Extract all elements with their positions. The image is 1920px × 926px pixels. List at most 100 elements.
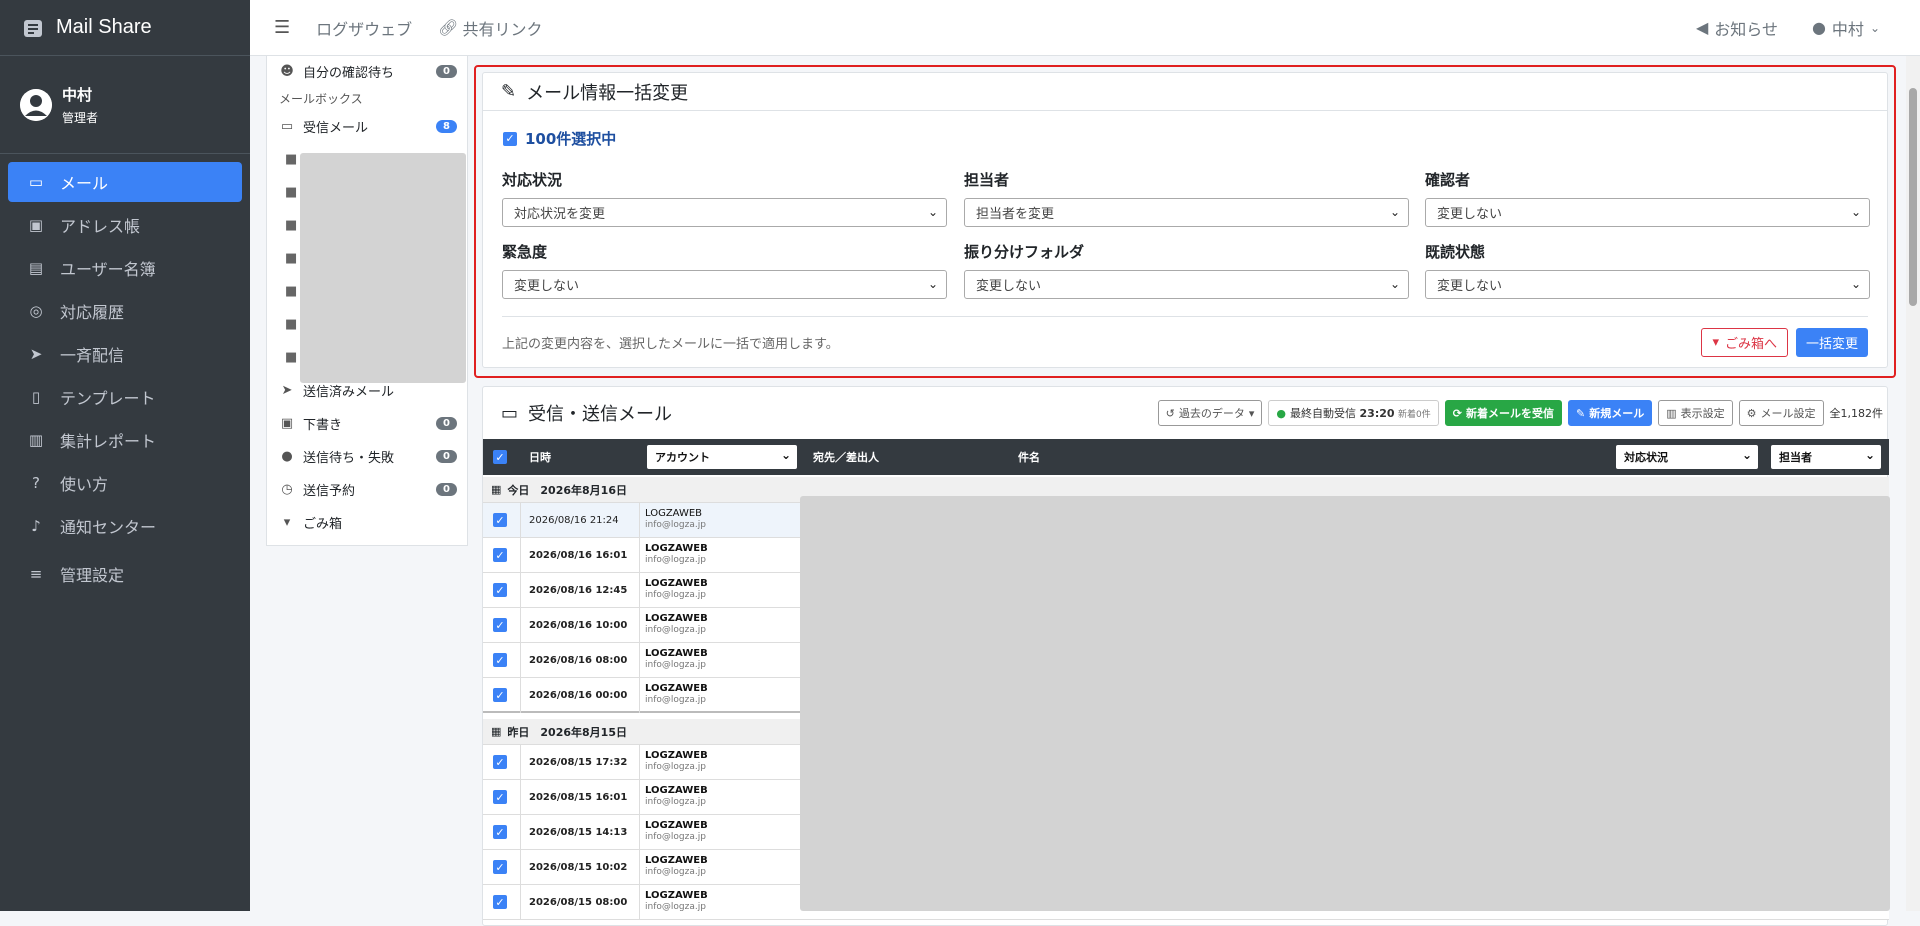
notice-button[interactable]: ◀ お知らせ (1696, 16, 1778, 40)
account-filter-select[interactable]: アカウント ⌄ (647, 445, 797, 469)
sliders-icon: ≡ (29, 565, 43, 583)
row-checkbox[interactable]: ✓ (493, 860, 507, 874)
display-settings-button[interactable]: ▥ 表示設定 (1658, 400, 1733, 426)
count-badge: 0 (436, 417, 457, 430)
row-account-name: LOGZAWEB (645, 578, 708, 589)
sidebar-item-history[interactable]: ◎ 対応履歴 (8, 291, 242, 331)
fetch-new-mail-button[interactable]: ⟳ 新着メールを受信 (1444, 400, 1562, 426)
row-account: LOGZAWEB info@logza.jp (645, 820, 708, 842)
row-checkbox[interactable]: ✓ (493, 548, 507, 562)
select-value: アカウント (655, 451, 710, 464)
folder-trash[interactable]: ▾ ごみ箱 (267, 506, 467, 539)
cell-divider (639, 678, 640, 713)
folder-drafts[interactable]: ▣ 下書き 0 (267, 407, 467, 440)
folder-inbox[interactable]: ▭ 受信メール 8 (267, 110, 467, 143)
headset-icon: ◎ (29, 302, 43, 320)
sidebar-item-label: 集計レポート (60, 432, 157, 451)
column-date[interactable]: 日時 (529, 439, 551, 475)
scrollbar-thumb[interactable] (1909, 88, 1917, 306)
field-label: 担当者 (964, 171, 1010, 189)
notice-label: お知らせ (1714, 19, 1778, 39)
topbar-link-shared[interactable]: 🔗︎ 共有リンク (438, 16, 542, 40)
column-subject[interactable]: 件名 (1018, 439, 1040, 475)
folder-scheduled[interactable]: ◷ 送信予約 0 (267, 473, 467, 506)
sidebar-item-user-directory[interactable]: ▤ ユーザー名簿 (8, 248, 242, 288)
folder-my-confirm[interactable]: ☻ 自分の確認待ち 0 (267, 56, 467, 86)
sidebar-item-label: 対応履歴 (60, 303, 125, 322)
folder-select[interactable]: 変更しない ⌄ (964, 270, 1409, 299)
past-data-button[interactable]: ↺ 過去のデータ ▾ (1157, 400, 1263, 426)
column-to-from[interactable]: 宛先／差出人 (813, 439, 879, 475)
row-checkbox[interactable]: ✓ (493, 513, 507, 527)
user-panel[interactable]: 中村 管理者 (0, 56, 250, 154)
sidebar-item-mail[interactable]: ▭ メール (8, 162, 242, 202)
page-scrollbar[interactable] (1906, 56, 1920, 911)
folder-icon: ■ (285, 251, 298, 266)
folder-icon: ■ (285, 284, 298, 299)
sidebar-item-notifications[interactable]: ♪ 通知センター (8, 506, 242, 546)
row-checkbox[interactable]: ✓ (493, 583, 507, 597)
brand[interactable]: Mail Share (0, 0, 250, 56)
sidebar-item-address-book[interactable]: ▣ アドレス帳 (8, 205, 242, 245)
folder-label: 下書き (303, 418, 343, 433)
row-checkbox[interactable]: ✓ (493, 653, 507, 667)
redacted-mail-content (800, 496, 1890, 911)
new-mail-button[interactable]: ✎ 新規メール (1568, 400, 1653, 426)
row-checkbox[interactable]: ✓ (493, 790, 507, 804)
read-select[interactable]: 変更しない ⌄ (1425, 270, 1870, 299)
folder-icon: ■ (285, 152, 298, 167)
folder-failed[interactable]: ● 送信待ち・失敗 0 (267, 440, 467, 473)
assignee-select[interactable]: 担当者を変更 ⌄ (964, 198, 1409, 227)
selected-count[interactable]: ✓ 100件選択中 (503, 128, 1887, 149)
row-checkbox[interactable]: ✓ (493, 618, 507, 632)
check-circle-icon: ● (1276, 406, 1287, 420)
field-label: 振り分けフォルダ (964, 243, 1085, 261)
confirmer-select[interactable]: 変更しない ⌄ (1425, 198, 1870, 227)
count-badge: 0 (436, 483, 457, 496)
cell-divider (520, 608, 521, 643)
row-account: LOGZAWEB info@logza.jp (645, 785, 708, 807)
sidebar-item-admin-settings[interactable]: ≡ 管理設定 (8, 554, 242, 594)
sidebar-item-templates[interactable]: ▯ テンプレート (8, 377, 242, 417)
field-label: 対応状況 (502, 171, 563, 189)
status-filter-select[interactable]: 対応状況 ⌄ (1616, 445, 1758, 469)
row-account: LOGZAWEB info@logza.jp (645, 648, 708, 670)
app-title: Mail Share (56, 16, 152, 38)
hamburger-icon[interactable]: ☰ (274, 17, 290, 38)
topbar-link-logzaweb[interactable]: ログザウェブ (316, 16, 412, 40)
row-date: 2026/08/15 14:13 (529, 827, 628, 838)
status-select[interactable]: 対応状況を変更 ⌄ (502, 198, 947, 227)
urgency-select[interactable]: 変更しない ⌄ (502, 270, 947, 299)
row-checkbox[interactable]: ✓ (493, 688, 507, 702)
bulk-apply-button[interactable]: 一括変更 (1795, 328, 1868, 357)
sidebar: Mail Share 中村 管理者 ▭ メール ▣ アドレス帳 ▤ ユーザー名簿 ◎ 対… (0, 0, 250, 911)
row-date: 2026/08/16 08:00 (529, 655, 628, 666)
sidebar-item-reports[interactable]: ▥ 集計レポート (8, 420, 242, 460)
bulk-edit-footer: 上記の変更内容を、選択したメールに一括で適用します。 ▾ ごみ箱へ 一括変更 (502, 316, 1868, 368)
auto-receive-status: ● 最終自動受信 23:20 新着0件 (1268, 400, 1439, 426)
row-checkbox[interactable]: ✓ (493, 825, 507, 839)
row-account: LOGZAWEB info@logza.jp (645, 613, 708, 635)
assignee-filter-select[interactable]: 担当者 ⌄ (1771, 445, 1881, 469)
topbar: ☰ ログザウェブ 🔗︎ 共有リンク ◀ お知らせ ● 中村 ⌄ (250, 0, 1920, 56)
move-to-trash-button[interactable]: ▾ ごみ箱へ (1701, 328, 1788, 357)
id-badge-icon: ▤ (28, 259, 44, 277)
sidebar-item-help[interactable]: ? 使い方 (8, 463, 242, 503)
cell-divider (639, 573, 640, 608)
row-checkbox[interactable]: ✓ (493, 755, 507, 769)
fetch-button-label: 新着メールを受信 (1466, 407, 1554, 420)
user-menu[interactable]: ● 中村 ⌄ (1812, 16, 1880, 40)
select-all-checkbox[interactable]: ✓ (493, 439, 515, 475)
folder-label: 送信待ち・失敗 (303, 451, 395, 466)
mail-settings-button[interactable]: ⚙ メール設定 (1738, 400, 1824, 426)
row-date: 2026/08/16 12:45 (529, 585, 628, 596)
row-account-email: info@logza.jp (645, 797, 706, 807)
cell-divider (520, 643, 521, 678)
row-checkbox[interactable]: ✓ (493, 895, 507, 909)
sidebar-item-label: 使い方 (60, 475, 109, 494)
cell-divider (520, 503, 521, 538)
checkbox-checked-icon: ✓ (493, 450, 507, 464)
row-date: 2026/08/15 16:01 (529, 792, 628, 803)
sidebar-item-broadcast[interactable]: ➤ 一斉配信 (8, 334, 242, 374)
row-account-name: LOGZAWEB (645, 855, 708, 866)
